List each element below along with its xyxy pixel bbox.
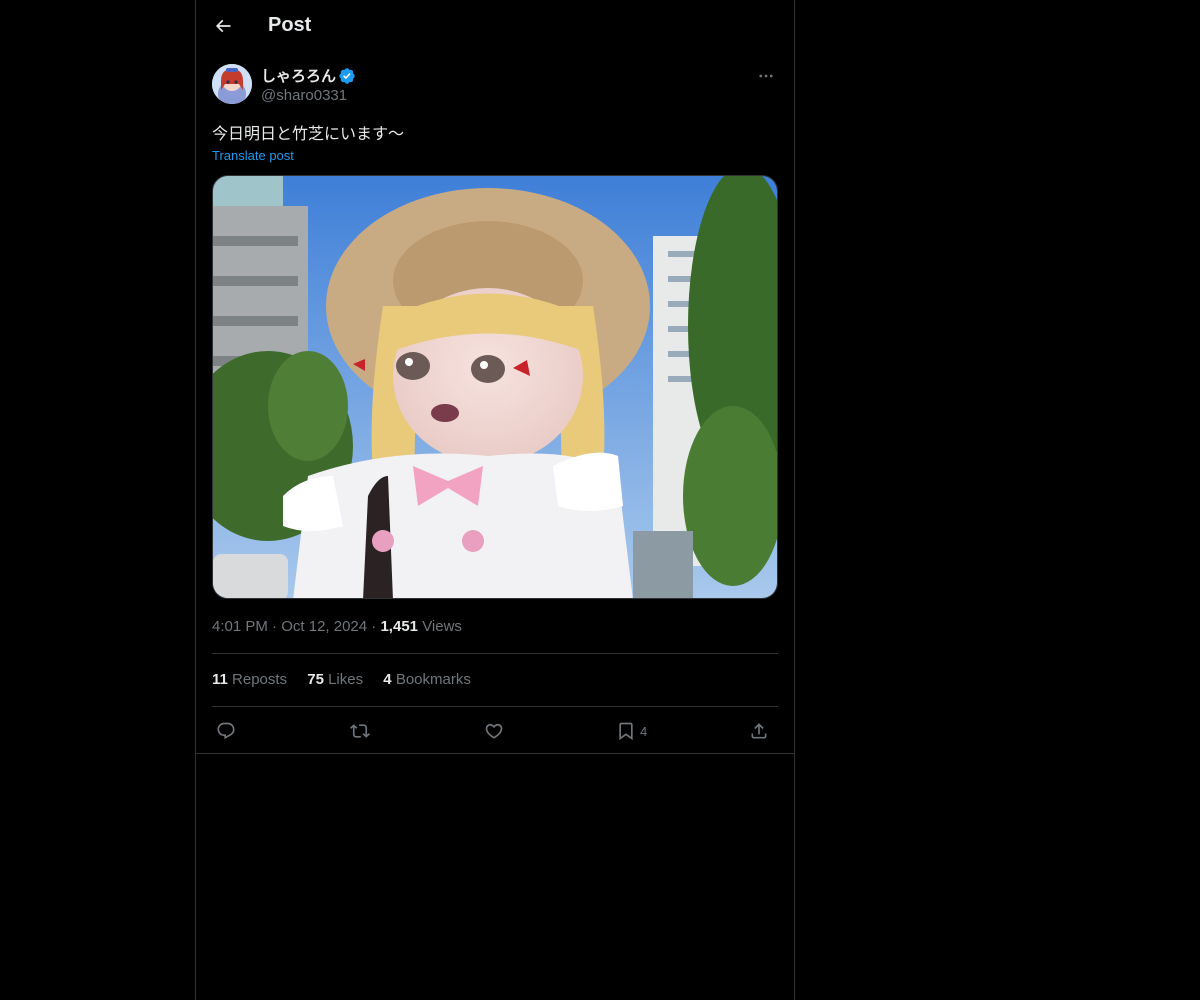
more-options-button[interactable]: [754, 64, 778, 88]
divider: [212, 706, 778, 707]
post-stats: 11 Reposts 75 Likes 4 Bookmarks: [212, 671, 487, 688]
likes-count: 75: [307, 671, 324, 688]
post-text: 今日明日と竹芝にいます〜: [212, 126, 405, 143]
arrow-left-icon: [215, 19, 231, 33]
more-horizontal-icon: [759, 74, 773, 78]
bookmark-icon: [619, 722, 633, 741]
likes-stat[interactable]: 75 Likes: [307, 671, 363, 688]
heart-icon: [485, 723, 503, 739]
post-author: しゃろろん @sharo0331: [212, 64, 778, 108]
share-button[interactable]: [749, 716, 769, 746]
bookmarks-stat[interactable]: 4 Bookmarks: [383, 671, 471, 688]
author-handle[interactable]: @sharo0331: [261, 87, 347, 104]
reposts-label: Reposts: [232, 671, 288, 688]
reply-button[interactable]: [216, 716, 236, 746]
page-header: Post: [196, 0, 794, 53]
bookmark-button[interactable]: 4: [616, 716, 647, 746]
author-display-name[interactable]: しゃろろん: [261, 65, 336, 86]
post-meta: 4:01 PM · Oct 12, 2024 · 1,451 Views: [212, 618, 462, 635]
primary-column: Post しゃろろん @sharo0331 今日明日と竹芝にいます〜 Trans…: [195, 0, 795, 1000]
back-button[interactable]: [208, 11, 238, 41]
photo-image: [213, 176, 777, 598]
reposts-stat[interactable]: 11 Reposts: [212, 671, 287, 688]
bookmark-count: 4: [640, 723, 648, 739]
likes-label: Likes: [328, 671, 364, 688]
divider: [212, 653, 778, 654]
repost-button[interactable]: [350, 716, 370, 746]
post-date[interactable]: Oct 12, 2024: [281, 618, 367, 635]
translate-post-link[interactable]: Translate post: [212, 148, 294, 163]
post-time[interactable]: 4:01 PM: [212, 618, 268, 635]
reply-icon: [217, 722, 235, 740]
repost-icon: [350, 724, 370, 738]
views-label: Views: [422, 618, 462, 635]
avatar[interactable]: [212, 64, 252, 104]
like-button[interactable]: [484, 716, 504, 746]
post-actions: 4: [212, 716, 778, 746]
post-bottom-border: [196, 753, 794, 754]
share-icon: [751, 723, 767, 739]
post-photo[interactable]: [212, 175, 778, 599]
reposts-count: 11: [212, 671, 228, 688]
verified-badge-icon: [339, 68, 355, 84]
views-count: 1,451: [380, 618, 419, 635]
avatar-image: [212, 64, 252, 104]
page-title: Post: [268, 14, 312, 36]
bookmarks-label: Bookmarks: [395, 671, 471, 688]
bookmarks-count: 4: [383, 671, 392, 688]
meta-separator: ·: [272, 618, 282, 635]
